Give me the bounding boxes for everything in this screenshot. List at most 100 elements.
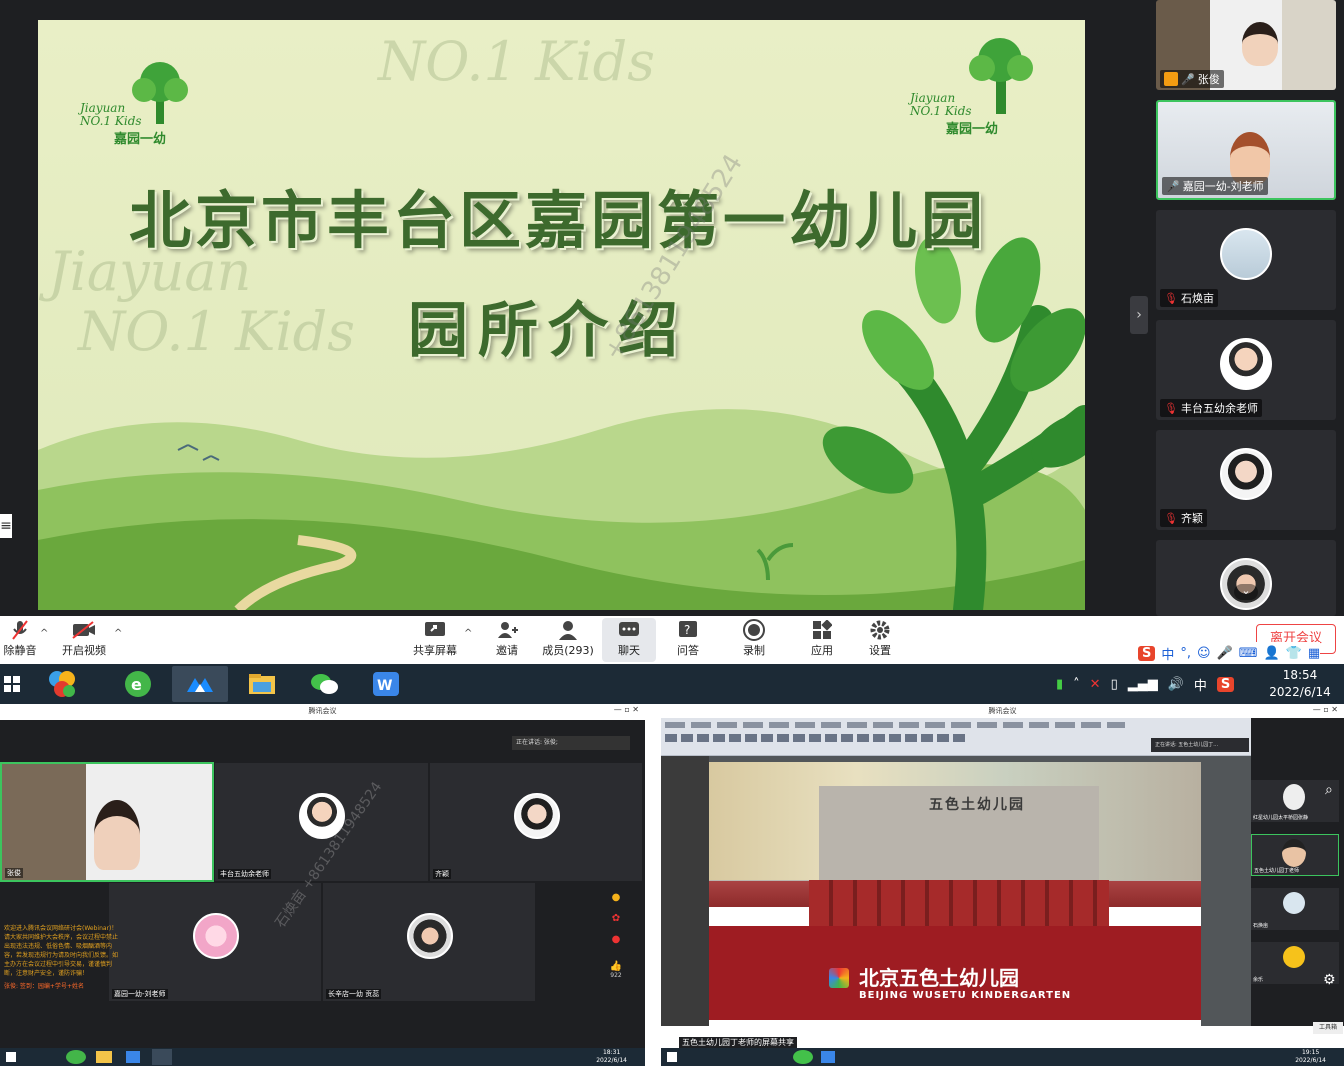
slide-title: 北京市丰台区嘉园第一幼儿园	[128, 184, 987, 257]
qa-button[interactable]: ? 问答	[672, 618, 704, 662]
windows-start-icon[interactable]	[0, 666, 24, 702]
person-figure	[1242, 22, 1278, 66]
mic-icon[interactable]: 🎤	[1217, 646, 1233, 661]
participant-card-active[interactable]: 五色土幼儿园丁老师	[1251, 834, 1339, 876]
skin-icon[interactable]: 👕	[1286, 646, 1302, 661]
face-icon[interactable]: ●	[606, 892, 626, 903]
toolbox-label[interactable]: 工具箱	[1313, 1022, 1343, 1034]
participant-card[interactable]: 🎤 张俊	[1156, 0, 1336, 90]
facade-body: 五色土幼儿园	[819, 786, 1099, 886]
sogou-icon[interactable]: S	[1216, 676, 1235, 692]
share-screen-button[interactable]: 共享屏幕	[410, 618, 460, 662]
ime-indicator[interactable]: 中	[1194, 675, 1207, 694]
mini-taskbar: 18:31 2022/6/14	[0, 1048, 645, 1066]
logo-text-cn: 嘉园一幼	[946, 122, 999, 137]
participant-card[interactable]: 🎙 齐颖	[1156, 430, 1336, 530]
wps-icon[interactable]: W	[358, 666, 414, 702]
thumbs-up-icon[interactable]: 👍	[606, 961, 626, 972]
members-icon	[540, 618, 596, 642]
unmute-button[interactable]: 除静音	[0, 618, 40, 662]
toolbar-row	[665, 734, 965, 742]
members-button[interactable]: 成员(293)	[540, 618, 596, 662]
logo-text-cn: 嘉园一幼	[114, 132, 167, 147]
video-tile[interactable]: 张俊	[0, 762, 214, 882]
speaking-indicator: 正在讲话: 五色土幼儿园丁...	[1151, 738, 1249, 752]
video-tile[interactable]: 齐颖	[429, 762, 643, 882]
apps-button[interactable]: 应用	[806, 618, 838, 662]
chat-messages: 欢迎进入腾讯会议网络研讨会(Webinar)！ 请大家共同维护大会秩序，会议过程…	[4, 924, 122, 991]
participant-name-text: 石焕亩	[1180, 292, 1214, 305]
avatar	[1283, 892, 1305, 914]
punct-icon[interactable]: °,	[1180, 646, 1191, 661]
network-alert-icon[interactable]: ✕	[1090, 677, 1101, 692]
kindergarten-logo-icon	[829, 968, 849, 988]
side-menu-icon[interactable]: ≡	[0, 514, 12, 538]
tree-logo-icon	[969, 38, 1033, 114]
tile-name: 齐颖	[433, 869, 451, 879]
avatar	[1220, 338, 1272, 390]
meeting-toolbar: 除静音 ^ 开启视频 ^ 共享屏幕 ^ 邀请 成员(293) 聊天 ? 问答 录…	[0, 616, 1344, 664]
chat-line: 出现违法违规、低俗色情、吸烟酗酒等内	[4, 943, 113, 950]
participant-card[interactable]: ⌄	[1156, 540, 1336, 616]
system-clock[interactable]: 18:54 2022/6/14	[1262, 667, 1338, 701]
signal-icon[interactable]: ▂▄▆	[1128, 677, 1158, 692]
window-controls[interactable]: — ▫ ✕	[614, 705, 639, 714]
start-video-button[interactable]: 开启视频	[60, 618, 108, 662]
app-360-icon[interactable]	[34, 666, 90, 702]
chevron-up-icon[interactable]: ^	[464, 628, 472, 639]
device-icon[interactable]: ▯	[1111, 677, 1118, 692]
file-explorer-icon[interactable]	[234, 666, 290, 702]
chat-button[interactable]: 聊天	[602, 618, 656, 662]
unmute-label: 除静音	[3, 644, 37, 657]
slide-subtitle: 园所介绍	[408, 296, 688, 366]
window-controls[interactable]: — ▫ ✕	[1313, 705, 1338, 714]
invite-button[interactable]: 邀请	[490, 618, 524, 662]
volume-icon[interactable]: 🔊	[1168, 677, 1184, 692]
collapse-panel-button[interactable]: ›	[1130, 296, 1148, 334]
settings-button[interactable]: 设置	[864, 618, 896, 662]
keyboard-icon[interactable]: ⌨	[1239, 646, 1258, 661]
grid-icon[interactable]: ▦	[1308, 646, 1320, 661]
mini-taskbar: 19:15 2022/6/14	[661, 1048, 1344, 1066]
screenshot-gallery-view: 腾讯会议 — ▫ ✕ 正在讲话: 张俊; 张俊 丰台五幼余老师 齐颖 嘉园一幼-…	[0, 704, 645, 1066]
tile-name: 石焕亩	[1253, 923, 1269, 929]
ime-lang[interactable]: 中	[1161, 644, 1174, 663]
participant-card[interactable]: 🎙 石焕亩	[1156, 210, 1336, 310]
video-tile[interactable]: 长辛店一幼 贡蕊	[322, 882, 536, 1002]
flower-icon[interactable]: ✿	[606, 913, 626, 924]
emoji-icon[interactable]: ☺	[1197, 646, 1211, 661]
tile-name: 红星幼儿园太平桥园张静	[1253, 815, 1309, 821]
wechat-icon[interactable]	[296, 666, 352, 702]
svg-text:W: W	[377, 678, 392, 694]
participant-card[interactable]: 石焕亩	[1251, 888, 1339, 930]
user-icon[interactable]: 👤	[1264, 646, 1280, 661]
ime-toolbar[interactable]: S 中 °, ☺ 🎤 ⌨ 👤 👕 ▦	[1138, 642, 1321, 664]
browser-icon[interactable]: e	[110, 666, 166, 702]
avatar	[407, 913, 453, 959]
chevron-up-icon[interactable]: ^	[40, 628, 48, 639]
battery-icon[interactable]: ▮	[1056, 677, 1063, 692]
invite-label: 邀请	[496, 644, 518, 657]
gear-icon[interactable]: ⚙	[1323, 972, 1336, 988]
acrobat-toolbar: 正在讲话: 五色土幼儿园丁...	[661, 718, 1251, 756]
apps-icon	[806, 618, 838, 642]
tencent-meeting-icon[interactable]	[172, 666, 228, 702]
participant-card-active[interactable]: 🎤 嘉园一幼-刘老师	[1156, 100, 1336, 200]
clock-date: 2022/6/14	[1295, 1057, 1326, 1064]
participant-card[interactable]: 🎙 丰台五幼余老师	[1156, 320, 1336, 420]
chevron-up-icon[interactable]: ^	[114, 628, 122, 639]
search-icon[interactable]: ⌕	[1325, 782, 1333, 798]
share-screen-icon	[410, 618, 460, 642]
svg-text:?: ?	[684, 623, 690, 637]
chevron-up-icon[interactable]: ˄	[1073, 677, 1080, 692]
chat-line: 张俊: 签到：园编+学号+姓名	[4, 983, 84, 990]
question-icon: ?	[672, 618, 704, 642]
avatar	[1283, 946, 1305, 968]
record-button[interactable]: 录制	[738, 618, 770, 662]
gift-icon[interactable]: ●	[606, 934, 626, 945]
host-icon	[1164, 72, 1178, 86]
mic-muted-icon	[0, 618, 40, 642]
chevron-down-icon[interactable]: ⌄	[1234, 584, 1258, 600]
person-figure	[1282, 839, 1306, 867]
sogou-icon[interactable]: S	[1138, 645, 1156, 661]
